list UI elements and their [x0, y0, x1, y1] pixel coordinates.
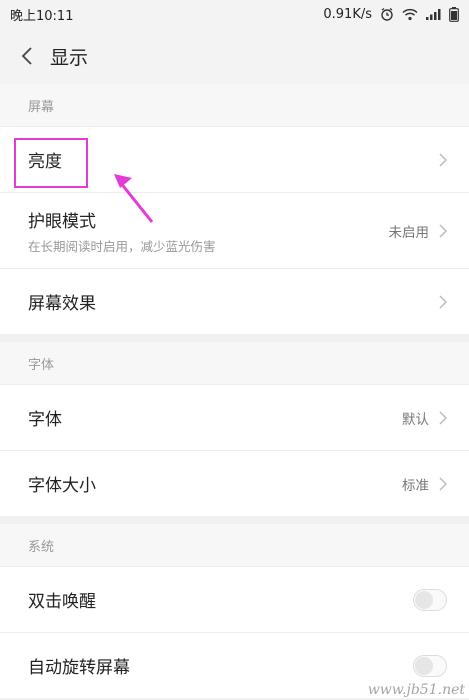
status-icons: 0.91K/s	[323, 6, 459, 22]
signal-icon	[426, 8, 441, 20]
page-title: 显示	[50, 46, 89, 69]
font-row[interactable]: 字体 默认	[0, 384, 469, 450]
double-tap-row[interactable]: 双击唤醒	[0, 566, 469, 632]
screen-effect-row[interactable]: 屏幕效果	[0, 268, 469, 334]
status-time: 晚上10:11	[10, 8, 74, 24]
section-header-font: 字体	[0, 342, 469, 384]
chevron-left-icon	[21, 47, 32, 65]
wifi-icon	[402, 8, 418, 21]
double-tap-label: 双击唤醒	[28, 592, 96, 612]
auto-rotate-toggle[interactable]	[413, 654, 447, 677]
chevron-right-icon	[439, 476, 447, 491]
back-button[interactable]	[12, 36, 42, 76]
title-bar: 显示	[0, 28, 469, 84]
font-size-value: 标准	[402, 477, 429, 494]
double-tap-toggle[interactable]	[413, 588, 447, 611]
font-value: 默认	[402, 411, 429, 428]
font-label: 字体	[28, 410, 62, 430]
status-bar: 晚上10:11 0.91K/s	[0, 0, 469, 28]
auto-rotate-label: 自动旋转屏幕	[28, 658, 130, 678]
watermark: www.jb51.net	[367, 682, 465, 698]
toggle-knob	[415, 590, 433, 609]
screen-effect-label: 屏幕效果	[28, 294, 96, 314]
chevron-right-icon	[439, 223, 447, 238]
toggle-knob	[415, 656, 433, 675]
section-screen: 屏幕 亮度 护眼模式 在长期阅读时启用，减少蓝光伤害 未启用 屏幕效果	[0, 84, 469, 334]
arrow-icon	[114, 174, 154, 223]
chevron-right-icon	[439, 294, 447, 309]
section-font: 字体 字体 默认 字体大小 标准	[0, 342, 469, 516]
font-size-row[interactable]: 字体大小 标准	[0, 450, 469, 516]
net-speed: 0.91K/s	[323, 6, 372, 22]
section-system: 系统 双击唤醒 自动旋转屏幕	[0, 524, 469, 698]
chevron-right-icon	[439, 152, 447, 167]
highlight-box	[14, 138, 88, 188]
section-header-screen: 屏幕	[0, 84, 469, 126]
chevron-right-icon	[439, 410, 447, 425]
eye-care-subtitle: 在长期阅读时启用，减少蓝光伤害	[28, 238, 216, 254]
font-size-label: 字体大小	[28, 476, 96, 496]
eye-care-value: 未启用	[388, 224, 430, 241]
eye-care-row[interactable]: 护眼模式 在长期阅读时启用，减少蓝光伤害 未启用	[0, 192, 469, 268]
alarm-icon	[380, 7, 394, 21]
section-header-system: 系统	[0, 524, 469, 566]
battery-icon	[449, 6, 459, 22]
